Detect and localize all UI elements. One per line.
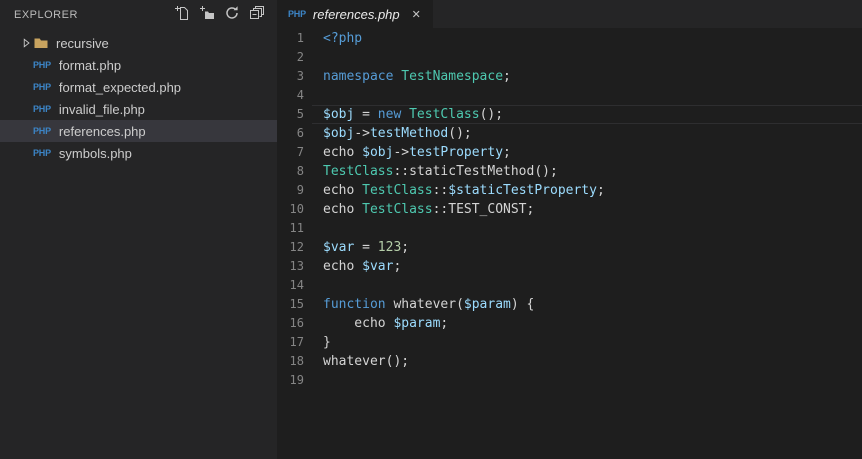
code-line-16[interactable]: 16 echo $param; bbox=[277, 314, 862, 333]
line-content: whatever(); bbox=[323, 354, 410, 369]
code-line-11[interactable]: 11 bbox=[277, 219, 862, 238]
collapse-all-button[interactable] bbox=[247, 5, 267, 25]
line-number[interactable]: 9 bbox=[277, 181, 304, 200]
php-icon: PHP bbox=[288, 9, 306, 19]
tab-bar: PHP references.php ✕ bbox=[277, 0, 862, 28]
line-content: $obj = new TestClass(); bbox=[323, 107, 504, 122]
php-icon: PHP bbox=[33, 126, 51, 136]
line-content: echo $var; bbox=[323, 259, 402, 274]
code-line-7[interactable]: 7 echo $obj->testProperty; bbox=[277, 143, 862, 162]
folder-icon bbox=[33, 35, 49, 51]
line-number[interactable]: 15 bbox=[277, 295, 304, 314]
code-line-5[interactable]: 5 $obj = new TestClass(); bbox=[277, 105, 862, 124]
file-tree: recursive PHP format.php PHP format_expected… bbox=[0, 32, 277, 164]
folder-item-recursive[interactable]: recursive bbox=[0, 32, 277, 54]
line-number[interactable]: 10 bbox=[277, 200, 304, 219]
code-line-3[interactable]: 3 namespace TestNamespace; bbox=[277, 67, 862, 86]
line-content: } bbox=[323, 335, 331, 350]
item-label: references.php bbox=[58, 123, 146, 139]
line-number[interactable]: 19 bbox=[277, 371, 304, 390]
line-content: $var = 123; bbox=[323, 240, 410, 255]
explorer-title: EXPLORER bbox=[14, 9, 78, 21]
code-line-13[interactable]: 13 echo $var; bbox=[277, 257, 862, 276]
php-icon: PHP bbox=[33, 60, 51, 70]
code-line-1[interactable]: 1 <?php bbox=[277, 29, 862, 48]
code-line-14[interactable]: 14 bbox=[277, 276, 862, 295]
code-line-18[interactable]: 18 whatever(); bbox=[277, 352, 862, 371]
line-number[interactable]: 16 bbox=[277, 314, 304, 333]
new-folder-button[interactable] bbox=[197, 5, 217, 25]
php-icon: PHP bbox=[33, 104, 51, 114]
file-item-references-php[interactable]: PHP references.php bbox=[0, 120, 277, 142]
refresh-button[interactable] bbox=[222, 5, 242, 25]
line-number[interactable]: 11 bbox=[277, 219, 304, 238]
code-line-6[interactable]: 6 $obj->testMethod(); bbox=[277, 124, 862, 143]
code-line-9[interactable]: 9 echo TestClass::$staticTestProperty; bbox=[277, 181, 862, 200]
file-item-format-expected-php[interactable]: PHP format_expected.php bbox=[0, 76, 277, 98]
line-content: <?php bbox=[323, 31, 363, 46]
item-label: format.php bbox=[58, 57, 122, 73]
new-folder-icon bbox=[199, 5, 215, 26]
tab-label: references.php bbox=[312, 6, 400, 22]
line-content: echo TestClass::TEST_CONST; bbox=[323, 202, 535, 217]
code-line-19[interactable]: 19 bbox=[277, 371, 862, 390]
close-icon[interactable]: ✕ bbox=[409, 6, 424, 23]
code-line-2[interactable]: 2 bbox=[277, 48, 862, 67]
line-content: echo $param; bbox=[323, 316, 449, 331]
line-number[interactable]: 5 bbox=[277, 105, 304, 124]
vscode-window: EXPLORER recursive PHP format.php PHP format… bbox=[0, 0, 862, 459]
line-number[interactable]: 8 bbox=[277, 162, 304, 181]
line-content: function whatever($param) { bbox=[323, 297, 535, 312]
item-label: invalid_file.php bbox=[58, 101, 145, 117]
php-icon: PHP bbox=[33, 82, 51, 92]
line-content: echo $obj->testProperty; bbox=[323, 145, 511, 160]
refresh-icon bbox=[224, 5, 240, 26]
item-label: symbols.php bbox=[58, 145, 132, 161]
line-number[interactable]: 6 bbox=[277, 124, 304, 143]
explorer-sidebar: EXPLORER recursive PHP format.php PHP format… bbox=[0, 0, 277, 459]
code-editor[interactable]: 1 <?php 2 3 namespace TestNamespace; 4 5 $obj =… bbox=[277, 28, 862, 459]
code-line-10[interactable]: 10 echo TestClass::TEST_CONST; bbox=[277, 200, 862, 219]
explorer-actions bbox=[172, 5, 267, 25]
file-item-format-php[interactable]: PHP format.php bbox=[0, 54, 277, 76]
collapse-all-icon bbox=[249, 5, 265, 26]
new-file-icon bbox=[174, 5, 190, 26]
file-item-invalid-file-php[interactable]: PHP invalid_file.php bbox=[0, 98, 277, 120]
line-number[interactable]: 7 bbox=[277, 143, 304, 162]
line-number[interactable]: 17 bbox=[277, 333, 304, 352]
item-label: format_expected.php bbox=[58, 79, 182, 95]
code-line-4[interactable]: 4 bbox=[277, 86, 862, 105]
code-line-17[interactable]: 17} bbox=[277, 333, 862, 352]
php-icon: PHP bbox=[33, 148, 51, 158]
line-content: echo TestClass::$staticTestProperty; bbox=[323, 183, 605, 198]
explorer-header: EXPLORER bbox=[0, 0, 277, 30]
new-file-button[interactable] bbox=[172, 5, 192, 25]
item-label: recursive bbox=[56, 35, 109, 51]
line-number[interactable]: 4 bbox=[277, 86, 304, 105]
code-line-8[interactable]: 8 TestClass::staticTestMethod(); bbox=[277, 162, 862, 181]
line-number[interactable]: 14 bbox=[277, 276, 304, 295]
code-line-15[interactable]: 15 function whatever($param) { bbox=[277, 295, 862, 314]
code-line-12[interactable]: 12 $var = 123; bbox=[277, 238, 862, 257]
line-number[interactable]: 18 bbox=[277, 352, 304, 371]
editor-area: PHP references.php ✕ 1 <?php 2 3 namespace T… bbox=[277, 0, 862, 459]
line-number[interactable]: 12 bbox=[277, 238, 304, 257]
line-number[interactable]: 3 bbox=[277, 67, 304, 86]
line-number[interactable]: 2 bbox=[277, 48, 304, 67]
line-content: $obj->testMethod(); bbox=[323, 126, 472, 141]
line-number[interactable]: 13 bbox=[277, 257, 304, 276]
file-item-symbols-php[interactable]: PHP symbols.php bbox=[0, 142, 277, 164]
chevron-right-icon[interactable] bbox=[19, 35, 33, 51]
line-number[interactable]: 1 bbox=[277, 29, 304, 48]
line-content: namespace TestNamespace; bbox=[323, 69, 511, 84]
tab-references-php[interactable]: PHP references.php ✕ bbox=[277, 0, 433, 28]
line-content: TestClass::staticTestMethod(); bbox=[323, 164, 558, 179]
